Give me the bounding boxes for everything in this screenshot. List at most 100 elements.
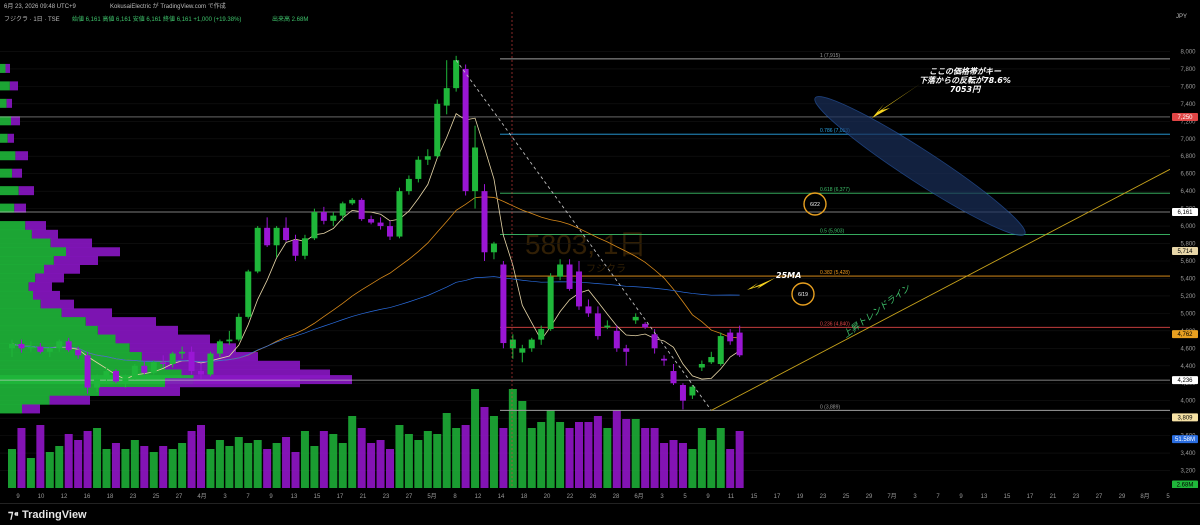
profile-bar-buy <box>0 299 41 309</box>
volume-bar <box>310 446 319 488</box>
symbol-label[interactable]: フジクラ · 1日 · TSE <box>4 14 60 23</box>
candle-body <box>557 264 564 277</box>
volume-bar <box>45 452 54 488</box>
time-tick-label: 15 <box>1004 494 1011 500</box>
profile-bar-buy <box>0 264 44 274</box>
candle-body <box>594 313 601 337</box>
candle-body <box>434 103 441 157</box>
profile-bar-sell <box>7 133 14 143</box>
volume-bar <box>471 389 480 488</box>
profile-bar-sell <box>25 221 46 231</box>
candle-body <box>207 353 214 375</box>
candle-body <box>235 316 242 340</box>
time-tick-label: 25 <box>843 494 850 500</box>
time-tick-label: 8月 <box>1140 493 1149 500</box>
candle-body <box>604 325 611 328</box>
profile-bar-buy <box>0 282 29 292</box>
fib-label: 0.236 (4,840) <box>820 321 850 327</box>
volume-bar <box>348 416 357 488</box>
candle-body <box>94 378 101 388</box>
candle-body <box>632 316 639 321</box>
candle-body <box>150 362 157 373</box>
candle-body <box>708 357 715 363</box>
volume-bar <box>26 458 35 488</box>
volume-bar <box>527 428 536 488</box>
candle-body <box>443 88 450 106</box>
candle-body <box>122 377 129 382</box>
profile-bar-buy <box>0 238 51 248</box>
tradingview-logo[interactable]: ⁊⁌ TradingView <box>8 508 87 521</box>
profile-bar-buy <box>0 273 36 283</box>
profile-bar-sell <box>9 81 18 91</box>
annotation-text: ここの価格帯がキー <box>929 67 1002 76</box>
profile-bar-buy <box>0 395 50 405</box>
profile-bar-sell <box>14 203 26 213</box>
price-axis[interactable]: 3,2003,4003,6003,8004,0004,2004,4004,600… <box>1170 12 1200 503</box>
profile-bar-buy <box>0 151 16 161</box>
profile-bar-sell <box>11 116 20 126</box>
price-tag-label: 6,161 <box>1177 210 1193 216</box>
profile-bar-sell <box>115 334 210 344</box>
volume-bar <box>508 389 517 488</box>
time-tick-label: 21 <box>360 494 367 500</box>
volume-bar <box>452 428 461 488</box>
footer: ⁊⁌ TradingView <box>0 503 1200 525</box>
volume-bar <box>244 443 253 488</box>
candle-body <box>188 351 195 372</box>
time-axis[interactable]: 9 10 12 16 18 23 25 27 4月 3 7 9 13 15 17 21 23 27 5月 8 12 14 1… <box>0 488 1200 503</box>
profile-bar-buy <box>0 186 19 196</box>
time-tick-label: 4月 <box>197 493 206 500</box>
fib-label: 1 (7,915) <box>820 53 840 59</box>
profile-bar-sell <box>99 386 180 396</box>
price-tag-label: 5,714 <box>1177 249 1193 255</box>
volume-bar <box>423 431 432 488</box>
candle-body <box>160 362 167 365</box>
volume-bar <box>735 431 744 488</box>
volume-bar <box>489 416 498 488</box>
candle-body <box>179 351 186 354</box>
timestamp: 6月 23, 2026 09:48 UTC+9 <box>4 4 76 10</box>
price-tag-label: 3,809 <box>1177 415 1193 421</box>
time-tick-label: 23 <box>1073 494 1080 500</box>
time-tick-label: 12 <box>475 494 482 500</box>
price-tick-label: 6,000 <box>1180 224 1196 230</box>
volume-bars <box>8 389 744 488</box>
price-tag-label: 51.58M <box>1175 437 1195 443</box>
annotation-text: 7053円 <box>950 85 982 94</box>
volume-bar <box>121 449 130 488</box>
annotation-ma-label: 25MA <box>776 271 801 280</box>
candle-body <box>717 336 724 365</box>
volume-bar <box>338 443 347 488</box>
price-tick-label: 5,400 <box>1180 276 1196 282</box>
candle-body <box>368 219 375 223</box>
profile-bar-buy <box>0 360 165 370</box>
volume-bar <box>253 440 262 488</box>
time-tick-label: 17 <box>774 494 781 500</box>
time-tick-label: 23 <box>383 494 390 500</box>
time-tick-label: 27 <box>1096 494 1103 500</box>
profile-bar-buy <box>0 203 15 213</box>
time-tick-label: 5月 <box>427 493 436 500</box>
candle-body <box>245 271 252 317</box>
profile-bar-buy <box>0 325 98 335</box>
volume-bar <box>442 413 451 488</box>
price-tick-label: 8,000 <box>1180 49 1196 55</box>
volume-bar <box>603 428 612 488</box>
currency-label: JPY <box>1176 14 1188 20</box>
volume-bar <box>376 440 385 488</box>
profile-bar-buy <box>0 308 62 318</box>
grid <box>0 51 1170 471</box>
volume-bar <box>556 422 565 488</box>
volume-bar <box>631 419 640 488</box>
candle-body <box>198 371 204 375</box>
time-tick-label: 10 <box>38 494 45 500</box>
volume-bar <box>688 449 697 488</box>
volume-bar <box>678 443 687 488</box>
candle-body <box>75 350 82 356</box>
candle-body <box>169 353 176 365</box>
price-tick-label: 3,200 <box>1180 469 1196 475</box>
profile-bar-buy <box>0 98 7 108</box>
price-chart[interactable]: 5803, 1日 フジクラ 1 (7,915)0.786 (7,053)0.61… <box>0 0 1200 503</box>
price-tick-label: 5,800 <box>1180 242 1196 248</box>
price-tick-label: 4,400 <box>1180 364 1196 370</box>
